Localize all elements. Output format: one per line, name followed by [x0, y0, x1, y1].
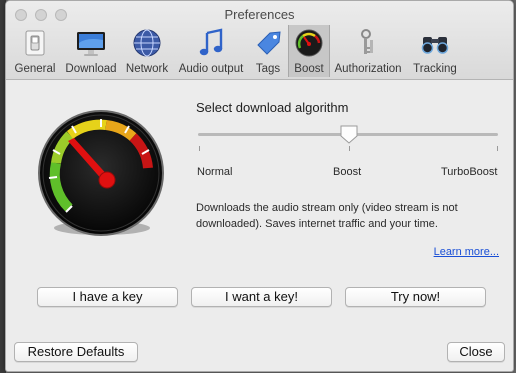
tab-tracking-label: Tracking: [413, 63, 457, 75]
switch-icon: [25, 30, 45, 56]
tab-tags-label: Tags: [255, 63, 281, 75]
slider-label-normal: Normal: [197, 166, 233, 178]
slider-tick-boost: [349, 146, 350, 151]
slider-thumb[interactable]: [339, 124, 359, 144]
tab-audio-output-label: Audio output: [178, 63, 244, 75]
algorithm-description: Downloads the audio stream only (video s…: [196, 202, 458, 230]
tab-authorization[interactable]: Authorization: [330, 25, 406, 77]
boost-gauge-icon: [38, 110, 164, 236]
tab-tags[interactable]: Tags: [250, 25, 286, 77]
slider-label-turboboost: TurboBoost: [441, 166, 498, 178]
tab-network-label: Network: [125, 63, 169, 75]
keys-icon: [361, 29, 373, 54]
learn-more-link[interactable]: Learn more...: [434, 246, 499, 258]
tab-general-label: General: [14, 63, 56, 75]
binoculars-icon: [421, 37, 449, 54]
speedometer-icon: [295, 29, 323, 57]
slider-tick-normal: [199, 146, 200, 151]
tab-tracking[interactable]: Tracking: [409, 25, 461, 77]
globe-icon: [133, 29, 161, 57]
toolbar: Preferences General Download Network Aud…: [6, 1, 513, 80]
tab-download[interactable]: Download: [61, 25, 121, 77]
tab-network[interactable]: Network: [122, 25, 172, 77]
tab-download-label: Download: [65, 63, 117, 75]
music-note-icon: [199, 28, 223, 56]
tab-authorization-label: Authorization: [334, 63, 402, 75]
have-key-button[interactable]: I have a key: [37, 287, 178, 307]
algorithm-heading: Select download algorithm: [196, 100, 349, 115]
window-title: Preferences: [224, 7, 295, 22]
preferences-window: Preferences General Download Network Aud…: [5, 0, 514, 372]
monitor-icon: [77, 32, 105, 56]
want-key-button[interactable]: I want a key!: [191, 287, 332, 307]
tab-audio-output[interactable]: Audio output: [175, 25, 247, 77]
tab-boost[interactable]: Boost: [288, 25, 330, 77]
tab-boost-label: Boost: [294, 63, 324, 75]
boost-panel: Select download algorithm Normal Boost T…: [6, 80, 513, 371]
close-button[interactable]: Close: [447, 342, 505, 362]
tag-icon: [257, 31, 281, 55]
tab-general[interactable]: General: [10, 25, 60, 77]
slider-label-boost: Boost: [333, 166, 362, 178]
restore-defaults-button[interactable]: Restore Defaults: [14, 342, 138, 362]
slider-tick-turboboost: [497, 146, 498, 151]
try-now-button[interactable]: Try now!: [345, 287, 486, 307]
